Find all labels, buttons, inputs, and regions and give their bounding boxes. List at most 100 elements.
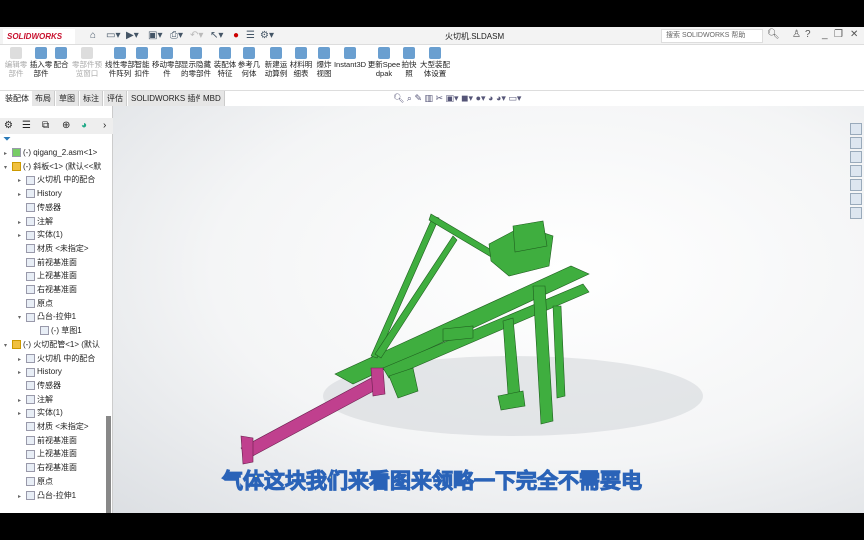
ribbon-button[interactable]: 插入零部件 [28, 47, 54, 78]
tree-item[interactable]: ▸ 实体(1) [18, 406, 63, 420]
tab-2[interactable]: 草图 [56, 91, 79, 106]
solidworks-resources-icon[interactable] [850, 123, 862, 135]
tab-4[interactable]: 评估 [104, 91, 127, 106]
property-manager-tab-icon[interactable]: ☰ [22, 120, 31, 131]
frame-member[interactable] [442, 325, 474, 342]
tube-member[interactable] [240, 435, 254, 465]
tree-item[interactable]: 材质 <未指定> [18, 420, 89, 434]
dimxpert-tab-icon[interactable]: ⊕ [62, 120, 70, 131]
tree-item[interactable]: 传感器 [18, 201, 61, 215]
options-gear-icon[interactable]: ⚙▾ [260, 30, 274, 41]
tree-item[interactable]: 前视基准面 [18, 434, 77, 448]
window-title: 火切机.SLDASM [445, 32, 505, 41]
ribbon-button[interactable]: 编辑零部件 [3, 47, 29, 78]
filter-icon[interactable]: ⏷ [3, 134, 11, 145]
chevron-right-icon[interactable]: › [103, 120, 106, 131]
tree-item[interactable]: ▸ History [18, 365, 62, 379]
user-icon[interactable]: ♙ [792, 29, 801, 40]
tree-item[interactable]: ▸ History [18, 187, 62, 201]
command-manager-ribbon: 编辑零部件 插入零部件 配合 零部件预览窗口 线性零部件阵列 智能扣件 移动零部件 显示隐藏的… [0, 45, 864, 91]
tree-item[interactable]: ▸ 火切机 中的配合 [18, 352, 95, 366]
appearances-icon[interactable] [850, 179, 862, 191]
tab-5[interactable]: SOLIDWORKS 插件 [128, 91, 208, 106]
solidworks-logo[interactable]: SOLIDWORKS [3, 29, 75, 44]
ribbon-button[interactable]: 拍快照 [399, 47, 419, 78]
search-icon[interactable]: 🔍︎ [767, 29, 780, 40]
undo-icon[interactable]: ↶▾ [190, 30, 203, 41]
tree-item[interactable]: 上视基准面 [18, 447, 77, 461]
file-explorer-icon[interactable] [850, 151, 862, 163]
task-pane-tabs[interactable] [850, 123, 864, 227]
ribbon-button[interactable]: Instant3D [333, 47, 367, 69]
configuration-manager-tab-icon[interactable]: ⧉ [42, 120, 49, 131]
design-library-icon[interactable] [850, 137, 862, 149]
select-icon[interactable]: ↖▾ [210, 30, 223, 41]
ribbon-button-label: 新建运动算例 [264, 60, 288, 78]
ribbon-button[interactable]: 配合 [52, 47, 70, 69]
appearance-tab-icon[interactable]: ◕ [81, 120, 87, 131]
tree-item[interactable]: 原点 [18, 297, 53, 311]
ribbon-button[interactable]: 零部件预览窗口 [72, 47, 102, 78]
ribbon-button[interactable]: 显示隐藏的零部件 [178, 47, 214, 78]
tree-item[interactable]: (-) 草图1 [32, 324, 82, 338]
tree-item[interactable]: 材质 <未指定> [18, 242, 89, 256]
forum-icon[interactable] [850, 207, 862, 219]
expand-arrow-icon[interactable]: ▾ [18, 311, 26, 325]
new-file-icon[interactable]: ▭▾ [106, 30, 120, 41]
tree-item[interactable]: ▸ 实体(1) [18, 228, 63, 242]
ribbon-button-label: 拍快照 [401, 60, 417, 78]
ribbon-button[interactable]: 装配体特征 [212, 47, 238, 78]
tab-3[interactable]: 标注 [80, 91, 103, 106]
ribbon-button[interactable]: 新建运动算例 [262, 47, 290, 78]
minimize-button[interactable]: _ [822, 29, 828, 40]
tree-item[interactable]: ▾ (-) 火切配管<1> (默认 [4, 338, 100, 352]
tree-item[interactable]: ▸ 注解 [18, 215, 53, 229]
assembly-model[interactable] [113, 106, 864, 513]
close-button[interactable]: ✕ [850, 29, 858, 40]
print-icon[interactable]: ⎙▾ [170, 30, 183, 41]
tree-item[interactable]: ▸ 注解 [18, 393, 53, 407]
ribbon-button[interactable]: 大型装配体设置 [418, 47, 452, 78]
tree-item[interactable]: ▸ (-) qigang_2.asm<1> [4, 146, 97, 160]
tree-item[interactable]: 右视基准面 [18, 283, 77, 297]
heads-up-view-toolbar[interactable]: 🔍︎ ⌕ ✎ ▥ ✂ ▣▾ ◼▾ ●▾ ◕ ◕▾ ▭▾ [393, 93, 521, 104]
help-icon[interactable]: ? [805, 29, 811, 40]
graphics-viewport[interactable] [113, 106, 864, 513]
ribbon-button[interactable]: 材料明细表 [288, 47, 314, 78]
tree-item-label: 注解 [37, 216, 53, 226]
tree-item-label: 火切机 中的配合 [37, 175, 96, 185]
material-icon [26, 422, 35, 432]
tab-1[interactable]: 布局 [32, 91, 55, 106]
feature-manager-tab-icon[interactable]: ⚙ [4, 120, 13, 131]
rebuild-icon[interactable]: ● [233, 30, 239, 41]
tab-6[interactable]: MBD [200, 91, 225, 106]
expand-arrow-icon[interactable]: ▾ [4, 339, 12, 353]
tube-member[interactable] [370, 367, 386, 397]
tree-item[interactable]: ▾ (-) 斜板<1> (默认<<默 [4, 160, 101, 174]
ribbon-button[interactable]: 参考几何体 [236, 47, 262, 78]
ribbon-button-icon [219, 47, 231, 59]
ribbon-button-label: 显示隐藏的零部件 [181, 60, 211, 78]
open-icon[interactable]: ▶▾ [126, 30, 139, 41]
ribbon-button-label: Instant3D [333, 60, 367, 69]
tree-item[interactable]: ▾ 凸台-拉伸1 [18, 310, 76, 324]
home-icon[interactable]: ⌂ [90, 30, 96, 41]
tree-item-label: 实体(1) [37, 230, 63, 240]
help-search-input[interactable]: 搜索 SOLIDWORKS 帮助 [661, 29, 763, 43]
tree-item-label: (-) 斜板<1> (默认<<默 [23, 161, 102, 171]
file-properties-icon[interactable]: ☰ [246, 30, 255, 41]
custom-properties-icon[interactable] [850, 193, 862, 205]
tree-item[interactable]: ▸ 火切机 中的配合 [18, 173, 95, 187]
tree-item[interactable]: 前视基准面 [18, 256, 77, 270]
ribbon-button[interactable]: 更新Speedpak [366, 47, 402, 78]
tree-item[interactable]: 传感器 [18, 379, 61, 393]
expand-arrow-icon[interactable]: ▾ [4, 161, 12, 175]
tree-item[interactable]: 上视基准面 [18, 269, 77, 283]
ribbon-button[interactable]: 爆炸视图 [313, 47, 335, 78]
tab-0[interactable]: 装配体 [2, 91, 33, 106]
save-icon[interactable]: ▣▾ [148, 30, 162, 41]
ribbon-button[interactable]: 智能扣件 [131, 47, 153, 78]
view-palette-icon[interactable] [850, 165, 862, 177]
ribbon-button-icon [136, 47, 148, 59]
restore-button[interactable]: ❐ [834, 29, 843, 40]
